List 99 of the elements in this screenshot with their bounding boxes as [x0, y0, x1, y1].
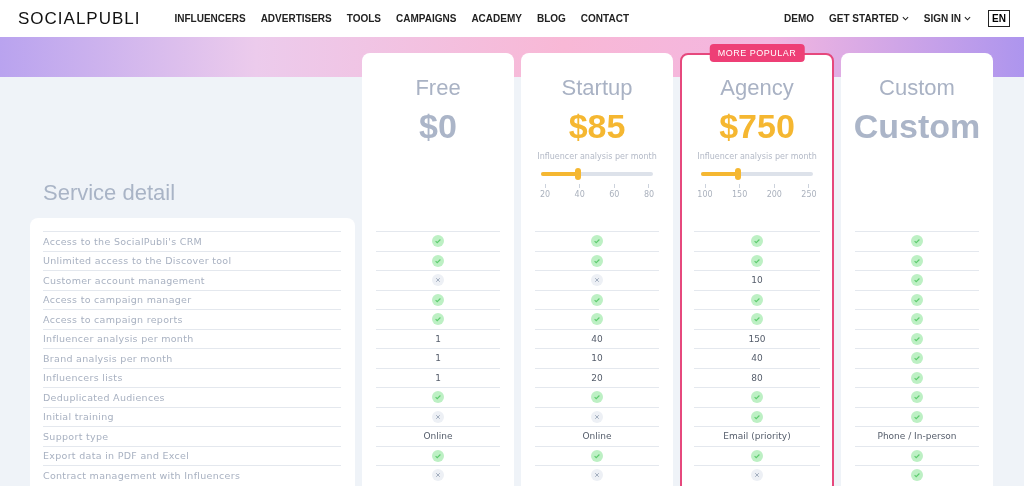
check-icon [911, 254, 923, 267]
table-cell: 40 [591, 333, 603, 344]
section-title: Service detail [43, 179, 177, 207]
check-icon [432, 293, 444, 306]
tick-label: 200 [766, 190, 782, 199]
tick-label: 150 [732, 190, 748, 199]
check-icon [432, 313, 444, 326]
check-icon [751, 254, 763, 267]
check-icon [432, 254, 444, 267]
plan-name: Free [415, 75, 461, 101]
nav-link[interactable]: TOOLS [346, 13, 381, 24]
slider-thumb[interactable] [574, 168, 581, 180]
feature-label: Support type [43, 430, 109, 442]
check-icon [911, 371, 923, 384]
table-cell: 10 [591, 353, 603, 364]
table-cell: 150 [748, 333, 766, 344]
check-icon [911, 332, 923, 345]
nav-link[interactable]: BLOG [536, 13, 566, 24]
check-icon [751, 293, 763, 306]
nav-link[interactable]: INFLUENCERS [174, 13, 246, 24]
check-icon [591, 449, 603, 462]
popular-badge: MORE POPULAR [709, 44, 805, 62]
plan-price: $750 [719, 107, 795, 146]
cross-icon [591, 274, 603, 287]
tick-label: 20 [539, 190, 551, 199]
feature-label: Access to campaign reports [43, 313, 183, 325]
check-icon [751, 410, 763, 423]
check-icon [751, 391, 763, 404]
feature-label: Deduplicated Audiences [43, 391, 165, 403]
logo[interactable]: SOCIALPUBLI [18, 8, 141, 29]
feature-label: Influencers lists [43, 372, 123, 384]
tick-label: 80 [643, 190, 655, 199]
cross-icon [432, 469, 444, 482]
table-cell: 80 [751, 372, 763, 383]
cross-icon [591, 469, 603, 482]
cross-icon [432, 410, 444, 423]
check-icon [432, 235, 444, 248]
check-icon [911, 235, 923, 248]
check-icon [591, 235, 603, 248]
feature-label: Access to the SocialPubli's CRM [43, 235, 203, 247]
plan-name: Custom [879, 75, 955, 101]
nav-link[interactable]: DEMO [784, 13, 815, 24]
table-cell: Online [582, 431, 612, 442]
cross-icon [591, 410, 603, 423]
plan-price: Custom [853, 107, 981, 146]
check-icon [911, 274, 923, 287]
check-icon [432, 449, 444, 462]
tick-label: 40 [574, 190, 585, 199]
plan-price: $85 [568, 107, 626, 146]
table-cell: Online [423, 431, 453, 442]
check-icon [591, 391, 603, 404]
check-icon [591, 313, 603, 326]
plan-name: Startup [561, 75, 633, 101]
check-icon [432, 391, 444, 404]
check-icon [911, 293, 923, 306]
nav-link[interactable]: CONTACT [580, 13, 629, 24]
plan-price: $0 [419, 107, 457, 146]
check-icon [591, 254, 603, 267]
check-icon [591, 293, 603, 306]
feature-label: Initial training [43, 411, 114, 423]
table-cell: 1 [435, 353, 441, 364]
feature-label: Contract management with Influencers [43, 469, 241, 481]
nav-link[interactable]: CAMPAIGNS [396, 13, 457, 24]
feature-label: Brand analysis per month [43, 352, 173, 364]
check-icon [911, 313, 923, 326]
feature-label: Export data in PDF and Excel [43, 450, 190, 462]
check-icon [911, 410, 923, 423]
feature-label: Customer account management [43, 274, 205, 286]
slider-label: Influencer analysis per month [697, 152, 817, 161]
nav-link[interactable]: ACADEMY [471, 13, 522, 24]
nav-link[interactable]: SIGN IN [923, 13, 972, 24]
tick-label: 250 [801, 190, 817, 199]
table-cell: 10 [751, 275, 763, 286]
table-cell: Phone / In-person [877, 431, 957, 442]
table-cell: Email (priority) [723, 431, 791, 442]
plan-name: Agency [720, 75, 794, 101]
check-icon [751, 235, 763, 248]
table-cell: 1 [435, 372, 441, 383]
check-icon [911, 352, 923, 365]
slider-label: Influencer analysis per month [537, 152, 657, 161]
slider-thumb[interactable] [734, 168, 741, 180]
nav-link[interactable]: GET STARTED [829, 13, 909, 24]
check-icon [911, 391, 923, 404]
feature-label: Unlimited access to the Discover tool [43, 255, 232, 267]
check-icon [911, 469, 923, 482]
feature-label: Access to campaign manager [43, 294, 192, 306]
check-icon [751, 313, 763, 326]
table-cell: 20 [591, 372, 603, 383]
check-icon [751, 449, 763, 462]
tick-label: 100 [697, 190, 713, 199]
cross-icon [432, 274, 444, 287]
table-cell: 40 [751, 353, 763, 364]
table-cell: 1 [435, 333, 441, 344]
cross-icon [751, 469, 763, 482]
language-button[interactable]: EN [988, 10, 1010, 27]
tick-label: 60 [609, 190, 620, 199]
feature-label: Influencer analysis per month [43, 333, 194, 345]
check-icon [911, 449, 923, 462]
nav-link[interactable]: ADVERTISERS [260, 13, 332, 24]
